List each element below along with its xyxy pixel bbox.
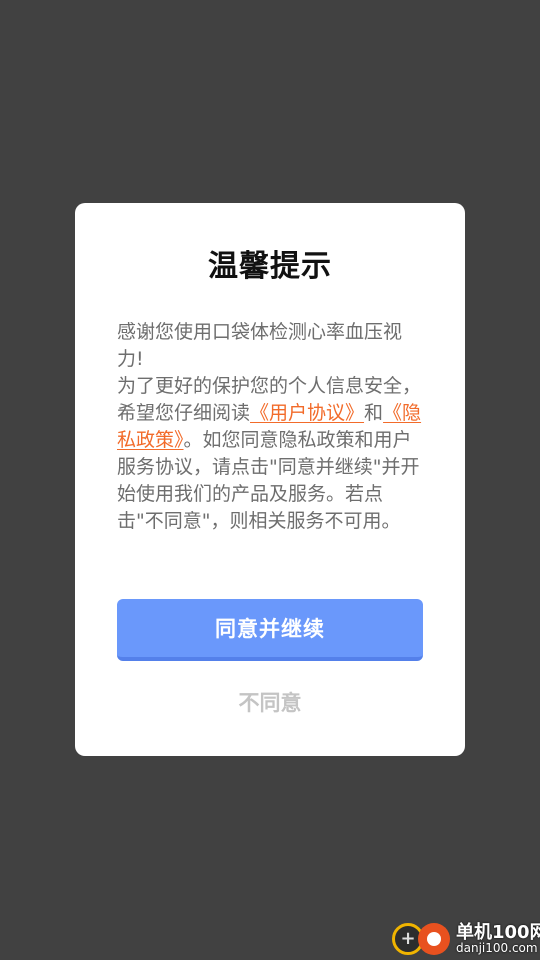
disagree-button[interactable]: 不同意	[210, 687, 330, 717]
welcome-text: 感谢您使用口袋体检测心率血压视力!	[117, 321, 403, 370]
orange-circle-icon	[418, 923, 450, 955]
agree-continue-button[interactable]: 同意并继续	[117, 599, 423, 661]
dialog-message: 感谢您使用口袋体检测心率血压视力! 为了更好的保护您的个人信息安全，希望您仔细阅…	[117, 319, 423, 535]
watermark-logo-icon	[392, 919, 454, 957]
user-agreement-link[interactable]: 《用户协议》	[250, 402, 364, 424]
privacy-dialog: 温馨提示 感谢您使用口袋体检测心率血压视力! 为了更好的保护您的个人信息安全，希…	[75, 203, 465, 756]
watermark-url: danji100.com	[456, 941, 538, 955]
and-text: 和	[364, 402, 384, 424]
dialog-title: 温馨提示	[208, 249, 332, 284]
watermark: 单机100网 danji100.com	[388, 913, 540, 960]
